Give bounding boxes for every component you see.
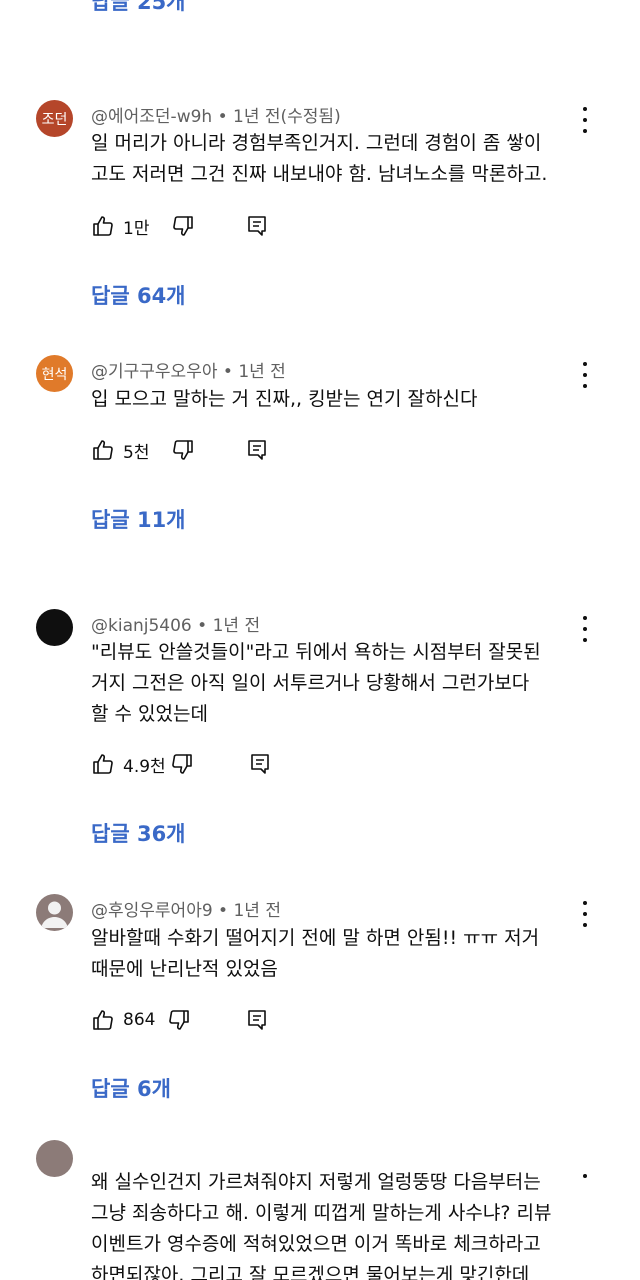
thumbs-up-icon[interactable]: [91, 752, 115, 776]
avatar[interactable]: 조던: [36, 100, 73, 137]
comment-actions: 4.9천: [91, 750, 272, 778]
replies-link[interactable]: 답글 36개: [91, 818, 186, 848]
thumbs-up-icon[interactable]: [91, 214, 115, 238]
replies-link[interactable]: 답글 6개: [91, 1073, 171, 1103]
thumbs-down-icon[interactable]: [171, 438, 195, 462]
comment-text: 알바할때 수화기 떨어지기 전에 말 하면 안됨!! ㅠㅠ 저거 때문에 난리난…: [91, 923, 591, 985]
comment-icon[interactable]: [245, 214, 269, 238]
comment-line: 입 모으고 말하는 거 진짜,, 킹받는 연기 잘하신다: [91, 388, 478, 410]
comment-meta: @kianj5406 • 1년 전: [91, 616, 261, 636]
comment-line: 일 머리가 아니라 경험부족인거지. 그런데 경험이 좀 쌓이: [91, 132, 542, 154]
comment-icon[interactable]: [245, 1008, 269, 1032]
like-count: 864: [123, 1010, 156, 1030]
avatar[interactable]: [36, 609, 73, 646]
comment-icon[interactable]: [248, 752, 272, 776]
thumbs-down-icon[interactable]: [171, 214, 195, 238]
avatar-text: 조던: [41, 111, 68, 128]
comment-line: 고도 저러면 그건 진짜 내보내야 함. 남녀노소를 막론하고.: [91, 163, 548, 185]
comment-text: "리뷰도 안쓸것들이"라고 뒤에서 욕하는 시점부터 잘못된 거지 그전은 아직…: [91, 637, 591, 730]
comment-text: 일 머리가 아니라 경험부족인거지. 그런데 경험이 좀 쌓이 고도 저러면 그…: [91, 128, 591, 190]
comment-line: 왜 실수인건지 가르쳐줘야지 저렇게 얼렁뚱땅 다음부터는: [91, 1171, 541, 1193]
avatar[interactable]: [36, 1140, 73, 1177]
default-avatar-icon: [41, 901, 68, 928]
comment-meta: @에어조던-w9h • 1년 전(수정됨): [91, 107, 341, 127]
like-count: 5천: [123, 442, 150, 463]
thumbs-down-icon[interactable]: [170, 752, 194, 776]
comment-line: "리뷰도 안쓸것들이"라고 뒤에서 욕하는 시점부터 잘못된: [91, 641, 541, 663]
comment-line: 이벤트가 영수증에 적혀있었으면 이거 똑바로 체크하라고: [91, 1233, 541, 1255]
replies-link[interactable]: 답글 25개: [91, 0, 186, 16]
comment-actions: 5천: [91, 436, 269, 464]
comment-meta: @기구구우오우아 • 1년 전: [91, 362, 286, 382]
avatar[interactable]: [36, 894, 73, 931]
like-count: 4.9천: [123, 756, 166, 777]
comment-meta: @후잉우루어아9 • 1년 전: [91, 901, 281, 921]
thumbs-up-icon[interactable]: [91, 1008, 115, 1032]
comments-page: 답글 25개 조던 @에어조던-w9h • 1년 전(수정됨) 일 머리가 아니…: [0, 0, 640, 1280]
thumbs-down-icon[interactable]: [167, 1008, 191, 1032]
comment-line: 하면되잖아. 그리고 잘 모르겠으면 물어보는게 맞긴한데: [91, 1264, 530, 1280]
comment-line: 거지 그전은 아직 일이 서투르거나 당황해서 그런가보다: [91, 672, 530, 694]
comment-line: 때문에 난리난적 있었음: [91, 958, 278, 980]
replies-link[interactable]: 답글 11개: [91, 504, 186, 534]
comment-text: 입 모으고 말하는 거 진짜,, 킹받는 연기 잘하신다: [91, 384, 591, 415]
comment-line: 할 수 있었는데: [91, 703, 208, 725]
comment-text: 왜 실수인건지 가르쳐줘야지 저렇게 얼렁뚱땅 다음부터는 그냥 죄송하다고 해…: [91, 1167, 591, 1280]
avatar[interactable]: 현석: [36, 355, 73, 392]
comment-actions: 864: [91, 1006, 269, 1034]
comment-actions: 1만: [91, 212, 269, 240]
thumbs-up-icon[interactable]: [91, 438, 115, 462]
avatar-text: 현석: [41, 366, 68, 383]
comment-line: 알바할때 수화기 떨어지기 전에 말 하면 안됨!! ㅠㅠ 저거: [91, 927, 540, 949]
comment-icon[interactable]: [245, 438, 269, 462]
comment-line: 그냥 죄송하다고 해. 이렇게 띠껍게 말하는게 사수냐? 리뷰: [91, 1202, 552, 1224]
replies-link[interactable]: 답글 64개: [91, 280, 186, 310]
like-count: 1만: [123, 218, 150, 239]
